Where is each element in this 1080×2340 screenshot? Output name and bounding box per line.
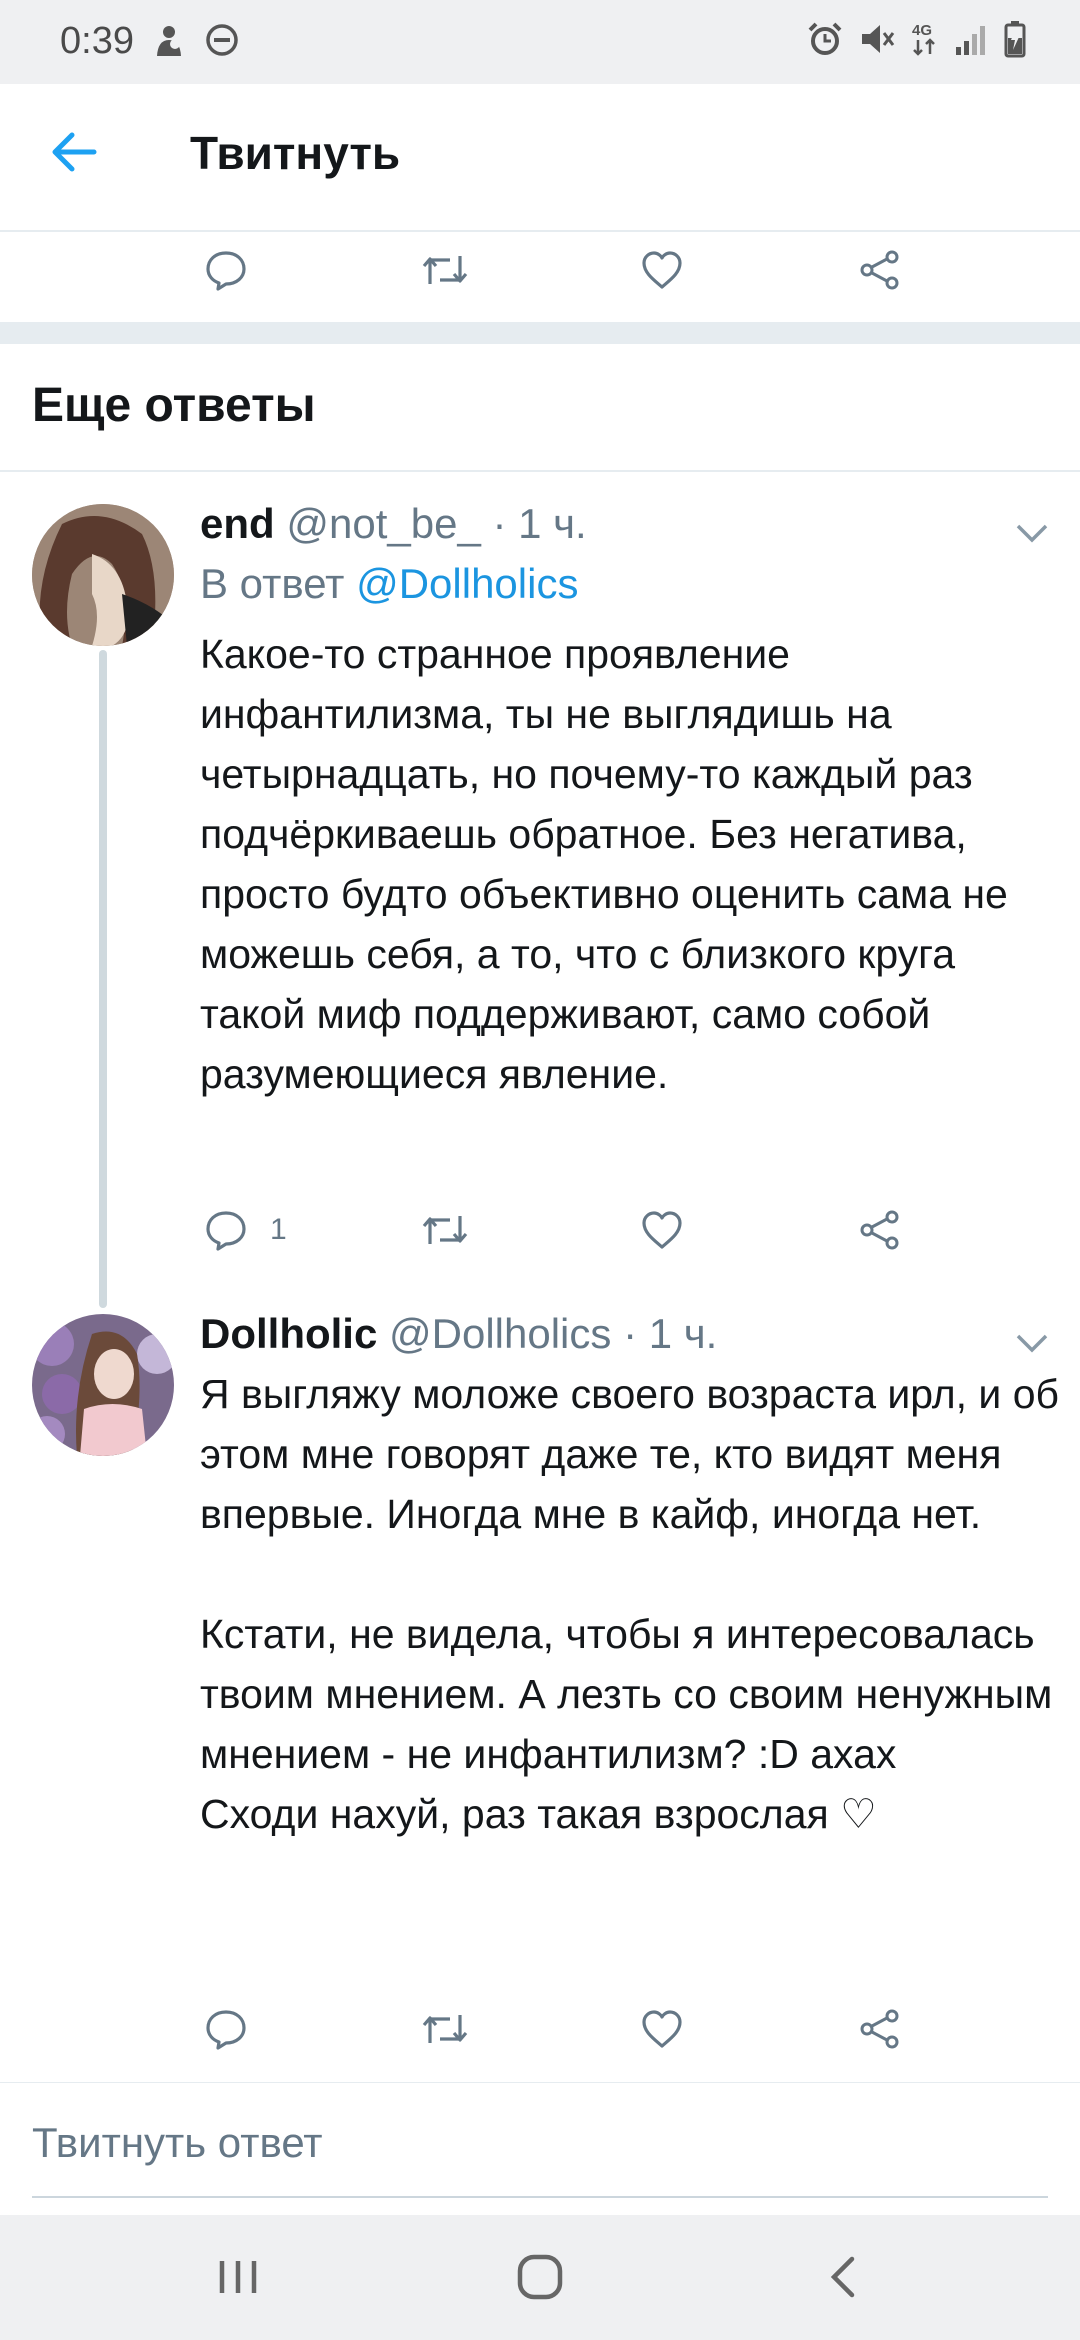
tweet-time: · 1 ч. xyxy=(492,500,587,547)
status-time: 0:39 xyxy=(60,20,134,62)
notification-icon xyxy=(152,22,186,60)
home-icon[interactable] xyxy=(508,2245,572,2309)
input-underline xyxy=(32,2196,1048,2198)
avatar[interactable] xyxy=(32,1314,174,1456)
back-icon[interactable] xyxy=(812,2245,876,2309)
recent-apps-icon[interactable] xyxy=(206,2245,270,2309)
network-4g-icon: 4G xyxy=(910,20,940,58)
share-icon xyxy=(858,248,902,292)
status-right-icons: 4G xyxy=(806,20,1026,58)
like-button[interactable] xyxy=(640,1190,684,1270)
share-icon xyxy=(858,1208,902,1252)
like-button[interactable] xyxy=(640,230,684,310)
reply-prefix: В ответ xyxy=(200,560,345,607)
like-icon xyxy=(640,1208,684,1252)
reply-mention-link[interactable]: @Dollholics xyxy=(356,560,578,607)
retweet-icon xyxy=(420,1208,470,1252)
reply-icon xyxy=(204,1208,248,1252)
system-nav-bar xyxy=(0,2215,1080,2340)
status-bar: 0:39 4G xyxy=(0,0,1080,84)
page-title: Твитнуть xyxy=(190,127,401,179)
app-header: Твитнуть xyxy=(0,84,1080,232)
tweet-actions xyxy=(0,1989,1080,2069)
share-button[interactable] xyxy=(858,230,902,310)
tweet-header: end @not_be_ · 1 ч. xyxy=(200,500,587,548)
mute-icon xyxy=(858,20,896,58)
battery-charging-icon xyxy=(1004,20,1026,58)
author-name[interactable]: Dollholic xyxy=(200,1310,377,1357)
chevron-down-icon[interactable] xyxy=(1012,518,1052,548)
status-left-icons xyxy=(152,22,240,60)
do-not-disturb-icon xyxy=(204,22,240,60)
author-handle[interactable]: @Dollholics xyxy=(389,1310,611,1357)
share-icon xyxy=(858,2007,902,2051)
like-button[interactable] xyxy=(640,1989,684,2069)
avatar[interactable] xyxy=(32,504,174,646)
tweet-time: · 1 ч. xyxy=(623,1310,718,1357)
tweet-header: Dollholic @Dollholics · 1 ч. xyxy=(200,1310,717,1358)
retweet-button[interactable] xyxy=(420,1190,470,1270)
share-button[interactable] xyxy=(858,1190,902,1270)
tweet-actions: 1 xyxy=(0,1190,1080,1270)
main-tweet-actions xyxy=(0,230,1080,310)
author-name[interactable]: end xyxy=(200,500,275,547)
alarm-icon xyxy=(806,20,844,58)
back-arrow-icon[interactable] xyxy=(48,126,100,178)
reply-icon xyxy=(204,2007,248,2051)
reply-button[interactable] xyxy=(204,230,248,310)
retweet-button[interactable] xyxy=(420,1989,470,2069)
like-icon xyxy=(640,2007,684,2051)
tweet-text: Я выгляжу моложе своего возраста ирл, и … xyxy=(200,1371,1059,1837)
reply-icon xyxy=(204,248,248,292)
retweet-icon xyxy=(420,2007,470,2051)
retweet-button[interactable] xyxy=(420,230,470,310)
like-icon xyxy=(640,248,684,292)
reply-context: В ответ @Dollholics xyxy=(200,560,578,608)
reply-input[interactable]: Твитнуть ответ xyxy=(32,2119,323,2167)
author-handle[interactable]: @not_be_ xyxy=(286,500,480,547)
divider xyxy=(0,470,1080,472)
chevron-down-icon[interactable] xyxy=(1012,1328,1052,1358)
retweet-icon xyxy=(420,248,470,292)
reply-count: 1 xyxy=(270,1213,287,1246)
svg-text:4G: 4G xyxy=(912,22,932,39)
tweet-text: Какое-то странное проявление инфантилизм… xyxy=(200,631,1020,1097)
reply-button[interactable]: 1 xyxy=(204,1190,287,1270)
reply-composer[interactable]: Твитнуть ответ xyxy=(0,2083,1080,2213)
section-title: Еще ответы xyxy=(32,379,316,432)
reply-button[interactable] xyxy=(204,1989,248,2069)
section-separator xyxy=(0,322,1080,344)
share-button[interactable] xyxy=(858,1989,902,2069)
signal-icon xyxy=(954,21,990,57)
